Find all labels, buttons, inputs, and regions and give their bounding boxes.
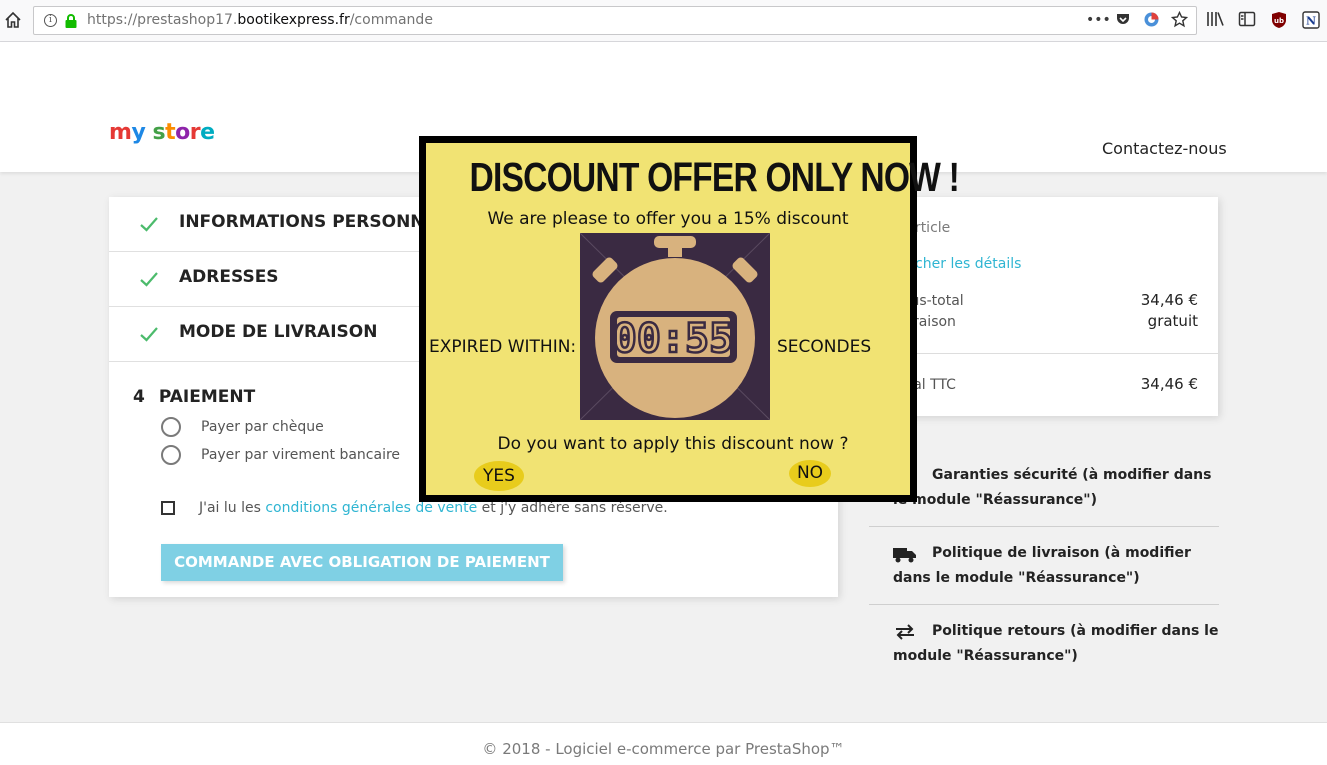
popup-subtitle: We are please to offer you a 15% discoun… — [487, 209, 849, 229]
extension-icon[interactable] — [1142, 11, 1160, 29]
popup-question: Do you want to apply this discount now ? — [497, 434, 849, 454]
reassurance-text: Politique retours (à modifier dans le mo… — [893, 623, 1219, 664]
popup-title: DISCOUNT OFFER ONLY NOW ! — [469, 154, 960, 200]
page-actions-icon[interactable]: ••• — [1086, 11, 1111, 29]
ublock-icon[interactable]: ub — [1268, 11, 1289, 31]
footer-text[interactable]: © 2018 - Logiciel e-commerce par PrestaS… — [0, 740, 1327, 758]
terms-row: J'ai lu les conditions générales de vent… — [161, 500, 668, 516]
step-title: PAIEMENT — [158, 387, 256, 407]
no-button[interactable]: NO — [789, 460, 831, 487]
step-number: 4 — [133, 387, 145, 407]
payment-option-label: Payer par chèque — [201, 419, 324, 435]
cart-summary: 1 article afficher les détails Sous-tota… — [869, 197, 1218, 416]
step-title: ADRESSES — [179, 267, 279, 287]
reassurance-security: Garanties sécurité (à modifier dans le m… — [869, 463, 1219, 513]
reassurance-text: Politique de livraison (à modifier dans … — [893, 545, 1191, 586]
payment-option-cheque[interactable]: Payer par chèque — [161, 417, 324, 437]
subtotal-value: 34,46 € — [1140, 291, 1198, 309]
lock-icon[interactable] — [64, 13, 78, 29]
home-icon[interactable] — [4, 11, 22, 29]
timer-digits: 00:55 — [613, 316, 733, 362]
svg-text:ub: ub — [1274, 17, 1284, 25]
discount-popup: DISCOUNT OFFER ONLY NOW ! We are please … — [419, 136, 960, 502]
divider — [869, 353, 1218, 354]
browser-toolbar: i https://prestashop17.bootikexpress.fr/… — [0, 0, 1327, 42]
exchange-icon — [896, 624, 914, 640]
contact-link[interactable]: Contactez-nous — [1102, 139, 1227, 158]
site-footer: © 2018 - Logiciel e-commerce par PrestaS… — [0, 722, 1327, 765]
total-value: 34,46 € — [1140, 375, 1198, 393]
check-icon — [140, 217, 158, 232]
sidebar-icon[interactable] — [1236, 11, 1257, 31]
store-logo[interactable]: my store — [109, 120, 215, 145]
shipping-value: gratuit — [1147, 312, 1198, 330]
place-order-button[interactable]: COMMANDE AVEC OBLIGATION DE PAIEMENT — [161, 544, 563, 581]
bookmark-star-icon[interactable] — [1170, 10, 1188, 29]
terms-checkbox[interactable] — [161, 501, 175, 515]
seconds-label: SECONDES — [777, 337, 872, 357]
url-bar[interactable]: i https://prestashop17.bootikexpress.fr/… — [33, 6, 1197, 35]
payment-option-label: Payer par virement bancaire — [201, 447, 401, 463]
notion-icon[interactable]: N — [1300, 11, 1321, 31]
countdown-timer: 00:55 — [580, 233, 770, 420]
step-title: MODE DE LIVRAISON — [179, 322, 378, 342]
info-icon[interactable]: i — [44, 14, 57, 27]
divider — [869, 526, 1219, 527]
radio-button[interactable] — [161, 445, 181, 465]
reassurance-returns: Politique retours (à modifier dans le mo… — [869, 619, 1219, 669]
reassurance-delivery: Politique de livraison (à modifier dans … — [869, 541, 1219, 591]
url-text[interactable]: https://prestashop17.bootikexpress.fr/co… — [87, 12, 433, 28]
svg-text:N: N — [1305, 15, 1315, 28]
expired-label: EXPIRED WITHIN: — [429, 337, 577, 357]
library-icon[interactable] — [1204, 11, 1225, 31]
yes-button[interactable]: YES — [474, 461, 524, 491]
terms-text: J'ai lu les conditions générales de vent… — [199, 500, 668, 516]
step-payment: 4 PAIEMENT — [133, 387, 255, 407]
stopwatch-icon: 00:55 — [580, 233, 770, 420]
reassurance-text: Garanties sécurité (à modifier dans le m… — [893, 467, 1212, 508]
check-icon — [140, 272, 158, 287]
pocket-icon[interactable] — [1114, 11, 1132, 29]
divider — [869, 604, 1219, 605]
payment-option-wire[interactable]: Payer par virement bancaire — [161, 445, 400, 465]
truck-icon — [893, 548, 916, 563]
terms-link[interactable]: conditions générales de vente — [265, 500, 477, 516]
radio-button[interactable] — [161, 417, 181, 437]
check-icon — [140, 327, 158, 342]
